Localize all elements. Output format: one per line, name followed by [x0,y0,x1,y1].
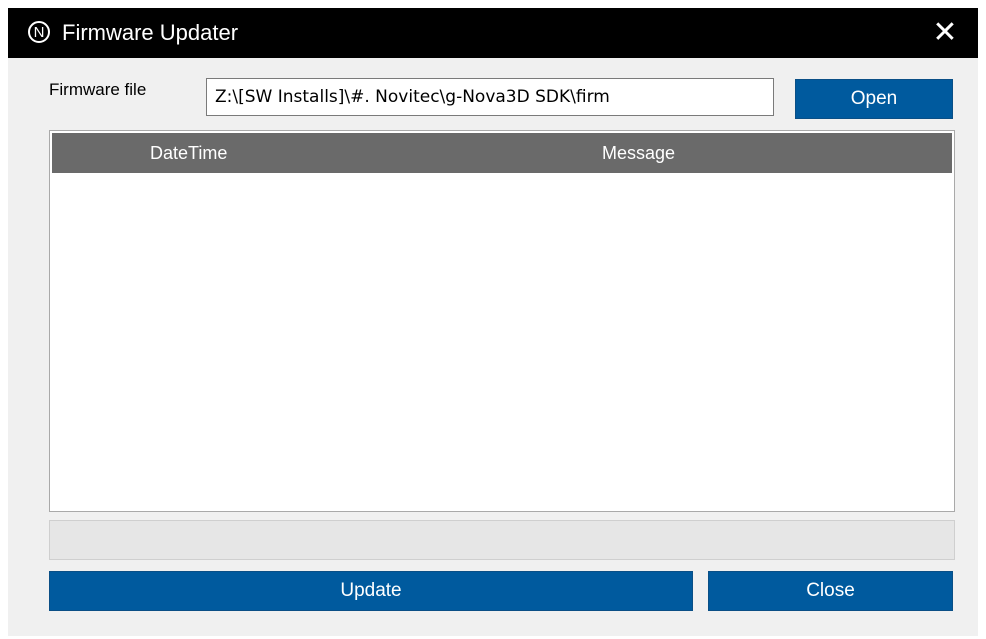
update-button[interactable]: Update [49,571,693,611]
column-header-message[interactable]: Message [602,143,675,164]
log-list[interactable]: DateTime Message [49,130,955,512]
close-button[interactable]: Close [708,571,953,611]
firmware-file-label: Firmware file [49,80,147,99]
app-logo-icon: N [28,21,50,43]
log-header: DateTime Message [52,133,952,173]
title-bar: N Firmware Updater ✕ [8,8,978,58]
close-icon[interactable]: ✕ [928,18,962,48]
firmware-file-path-input[interactable] [206,78,774,116]
firmware-updater-window: N Firmware Updater ✕ Firmware file Open … [8,8,978,636]
progress-bar [49,520,955,560]
window-title: Firmware Updater [62,20,239,45]
column-header-datetime[interactable]: DateTime [150,143,227,164]
open-button[interactable]: Open [795,79,953,119]
